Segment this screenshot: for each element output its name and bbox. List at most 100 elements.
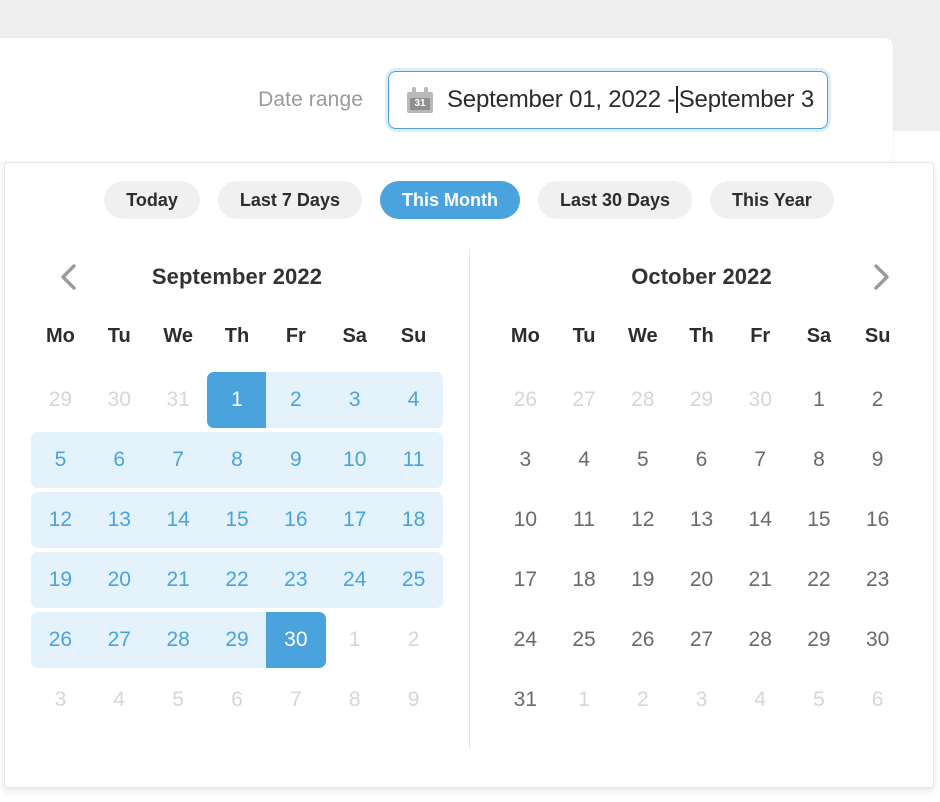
calendar-day-cell[interactable]: 3 bbox=[325, 370, 385, 430]
calendar-day-cell[interactable]: 21 bbox=[731, 550, 790, 610]
calendar-day-cell[interactable]: 27 bbox=[89, 610, 149, 670]
calendar-day-cell[interactable]: 6 bbox=[89, 430, 149, 490]
calendar-day-cell[interactable]: 16 bbox=[848, 490, 907, 550]
calendar-day-cell[interactable]: 16 bbox=[266, 490, 326, 550]
calendar-day-cell[interactable]: 8 bbox=[207, 430, 267, 490]
calendar-day-cell[interactable]: 23 bbox=[266, 550, 326, 610]
calendar-day-cell[interactable]: 3 bbox=[31, 670, 90, 730]
calendar-day-cell[interactable]: 28 bbox=[613, 370, 672, 430]
calendar-day-cell[interactable]: 26 bbox=[613, 610, 672, 670]
chevron-right-icon[interactable] bbox=[859, 255, 903, 299]
calendar-day-label: 15 bbox=[807, 508, 831, 531]
calendar-day-cell[interactable]: 9 bbox=[848, 430, 907, 490]
calendar-day-cell[interactable]: 17 bbox=[496, 550, 555, 610]
calendar-day-cell[interactable]: 5 bbox=[790, 670, 849, 730]
calendar-day-cell[interactable]: 13 bbox=[672, 490, 731, 550]
calendar-day-cell[interactable]: 31 bbox=[149, 370, 208, 430]
calendar-day-cell[interactable]: 29 bbox=[31, 370, 90, 430]
calendar-day-cell[interactable]: 27 bbox=[555, 370, 614, 430]
calendar-day-cell[interactable]: 31 bbox=[496, 670, 555, 730]
calendar-day-cell[interactable]: 6 bbox=[208, 670, 267, 730]
calendar-day-cell[interactable]: 14 bbox=[148, 490, 208, 550]
calendar-day-cell[interactable]: 15 bbox=[207, 490, 267, 550]
calendar-day-cell[interactable]: 1 bbox=[790, 370, 849, 430]
calendar-day-cell[interactable]: 6 bbox=[848, 670, 907, 730]
calendar-day-cell[interactable]: 1 bbox=[325, 610, 384, 670]
calendar-day-cell[interactable]: 2 bbox=[848, 370, 907, 430]
calendar-day-cell[interactable]: 20 bbox=[672, 550, 731, 610]
calendar-day-cell[interactable]: 11 bbox=[555, 490, 614, 550]
calendar-day-cell[interactable]: 28 bbox=[148, 610, 208, 670]
preset-button-this-month[interactable]: This Month bbox=[379, 181, 520, 219]
chevron-left-icon[interactable] bbox=[47, 255, 91, 299]
calendar-day-label: 18 bbox=[572, 568, 596, 591]
calendar-day-cell[interactable]: 30 bbox=[848, 610, 907, 670]
calendar-day-cell[interactable]: 3 bbox=[672, 670, 731, 730]
calendar-day-cell[interactable]: 3 bbox=[496, 430, 555, 490]
calendar-day-cell[interactable]: 29 bbox=[672, 370, 731, 430]
calendar-day-cell[interactable]: 14 bbox=[731, 490, 790, 550]
calendar-day-cell[interactable]: 23 bbox=[848, 550, 907, 610]
calendar-day-cell[interactable]: 7 bbox=[148, 430, 208, 490]
calendar-day-cell[interactable]: 2 bbox=[266, 370, 326, 430]
date-range-input[interactable]: 31 September 01, 2022 - September 3 bbox=[388, 71, 828, 129]
calendar-day-cell[interactable]: 10 bbox=[325, 430, 385, 490]
preset-button-this-year[interactable]: This Year bbox=[710, 181, 834, 219]
calendar-day-cell[interactable]: 21 bbox=[148, 550, 208, 610]
calendar-day-cell[interactable]: 27 bbox=[672, 610, 731, 670]
calendar-day-cell[interactable]: 22 bbox=[790, 550, 849, 610]
calendar-day-cell[interactable]: 24 bbox=[325, 550, 385, 610]
calendar-day-cell[interactable]: 2 bbox=[613, 670, 672, 730]
calendar-day-cell[interactable]: 26 bbox=[31, 610, 90, 670]
calendar-day-cell[interactable]: 9 bbox=[384, 670, 443, 730]
calendar-day-cell[interactable]: 4 bbox=[384, 370, 443, 430]
calendar-day-cell[interactable]: 10 bbox=[496, 490, 555, 550]
date-range-input-value: September 01, 2022 - September 3 bbox=[447, 86, 814, 114]
calendar-day-cell[interactable]: 22 bbox=[207, 550, 267, 610]
calendar-day-cell[interactable]: 2 bbox=[384, 610, 443, 670]
calendar-day-cell[interactable]: 30 bbox=[731, 370, 790, 430]
calendar-day-cell[interactable]: 15 bbox=[790, 490, 849, 550]
preset-button-today[interactable]: Today bbox=[104, 181, 200, 219]
date-range-field-row: Date range 31 September 01, 2022 - Septem… bbox=[0, 38, 893, 162]
calendar-day-cell[interactable]: 17 bbox=[325, 490, 385, 550]
calendar-day-cell[interactable]: 29 bbox=[207, 610, 267, 670]
calendar-day-cell[interactable]: 4 bbox=[555, 430, 614, 490]
calendar-day-cell[interactable]: 30 bbox=[90, 370, 149, 430]
calendar-day-cell[interactable]: 11 bbox=[384, 430, 443, 490]
calendar-day-cell[interactable]: 25 bbox=[384, 550, 443, 610]
calendar-day-label: 23 bbox=[865, 568, 890, 591]
calendar-day-cell[interactable]: 25 bbox=[555, 610, 614, 670]
calendar-day-cell[interactable]: 8 bbox=[790, 430, 849, 490]
calendar-day-cell[interactable]: 8 bbox=[325, 670, 384, 730]
calendar-day-cell[interactable]: 20 bbox=[89, 550, 149, 610]
calendar-day-cell[interactable]: 5 bbox=[31, 430, 90, 490]
preset-button-last-30-days[interactable]: Last 30 Days bbox=[537, 181, 693, 219]
calendar-day-cell[interactable]: 1 bbox=[555, 670, 614, 730]
calendar-day-cell[interactable]: 4 bbox=[731, 670, 790, 730]
calendar-day-cell[interactable]: 26 bbox=[496, 370, 555, 430]
calendar-day-cell[interactable]: 29 bbox=[790, 610, 849, 670]
calendar-day-cell[interactable]: 5 bbox=[613, 430, 672, 490]
calendar-day-cell[interactable]: 4 bbox=[90, 670, 149, 730]
calendar-day-cell[interactable]: 24 bbox=[496, 610, 555, 670]
calendar-day-cell[interactable]: 30 bbox=[266, 610, 326, 670]
date-range-end-text: September 3 bbox=[678, 86, 814, 113]
calendar-day-cell[interactable]: 12 bbox=[613, 490, 672, 550]
calendar-day-cell[interactable]: 18 bbox=[555, 550, 614, 610]
calendar-day-cell[interactable]: 28 bbox=[731, 610, 790, 670]
calendar-day-cell[interactable]: 12 bbox=[31, 490, 90, 550]
preset-button-last-7-days[interactable]: Last 7 Days bbox=[217, 181, 362, 219]
calendar-day-cell[interactable]: 6 bbox=[672, 430, 731, 490]
calendar-day-cell[interactable]: 7 bbox=[731, 430, 790, 490]
calendar-day-label: 29 bbox=[689, 388, 714, 411]
calendar-day-cell[interactable]: 7 bbox=[266, 670, 325, 730]
calendar-day-cell[interactable]: 19 bbox=[613, 550, 672, 610]
calendar-day-cell[interactable]: 9 bbox=[266, 430, 326, 490]
calendar-day-cell[interactable]: 13 bbox=[89, 490, 149, 550]
calendar-day-cell[interactable]: 18 bbox=[384, 490, 443, 550]
calendar-day-cell[interactable]: 1 bbox=[207, 370, 267, 430]
calendar-day-cell[interactable]: 5 bbox=[149, 670, 208, 730]
calendar-day-label: 19 bbox=[631, 568, 655, 591]
calendar-day-cell[interactable]: 19 bbox=[31, 550, 90, 610]
